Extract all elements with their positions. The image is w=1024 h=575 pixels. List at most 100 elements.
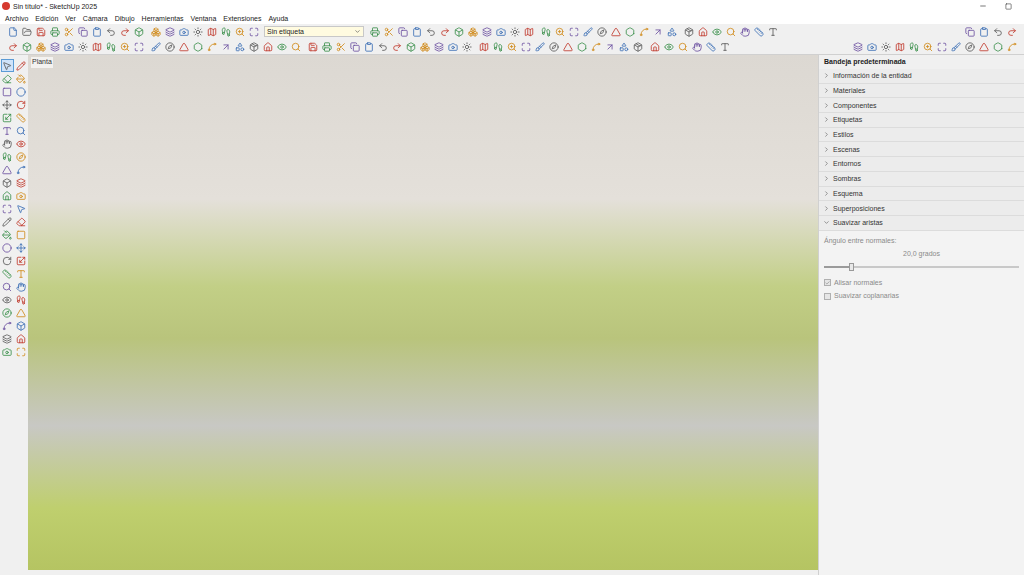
tool-button[interactable] <box>1 345 14 358</box>
tool-button[interactable] <box>1 98 14 111</box>
tool-button[interactable] <box>15 319 28 332</box>
tool-button[interactable] <box>20 25 33 38</box>
tool-button[interactable] <box>382 25 395 38</box>
tool-button[interactable] <box>191 25 204 38</box>
tool-button[interactable] <box>589 40 602 53</box>
tool-button[interactable] <box>90 25 103 38</box>
tool-button[interactable] <box>617 40 630 53</box>
tool-button[interactable] <box>15 59 28 72</box>
tool-button[interactable] <box>306 40 319 53</box>
tool-button[interactable] <box>132 40 145 53</box>
tool-button[interactable] <box>418 40 431 53</box>
tool-button[interactable] <box>1 111 14 124</box>
tool-button[interactable] <box>205 40 218 53</box>
tool-button[interactable] <box>1 150 14 163</box>
tool-button[interactable] <box>1 293 14 306</box>
tool-button[interactable] <box>376 40 389 53</box>
tool-button[interactable] <box>15 124 28 137</box>
menu-item[interactable]: Ventana <box>191 15 217 22</box>
tool-button[interactable] <box>1 228 14 241</box>
tool-button[interactable] <box>219 25 232 38</box>
tool-button[interactable] <box>581 25 594 38</box>
tool-button[interactable] <box>1 163 14 176</box>
tool-button[interactable] <box>977 40 990 53</box>
tool-button[interactable] <box>1 202 14 215</box>
tool-button[interactable] <box>477 40 490 53</box>
tool-button[interactable] <box>1 137 14 150</box>
tool-button[interactable] <box>1 124 14 137</box>
tool-button[interactable] <box>1 215 14 228</box>
tool-button[interactable] <box>390 40 403 53</box>
tool-button[interactable] <box>637 25 650 38</box>
slider-thumb[interactable] <box>849 263 854 271</box>
tool-button[interactable] <box>865 40 878 53</box>
tool-button[interactable] <box>15 254 28 267</box>
tool-button[interactable] <box>603 40 616 53</box>
viewport[interactable]: Planta <box>28 55 818 570</box>
tool-button[interactable] <box>710 25 723 38</box>
tray-panel-header[interactable]: Esquema <box>819 187 1024 202</box>
tool-button[interactable] <box>15 176 28 189</box>
tool-button[interactable] <box>682 25 695 38</box>
tool-button[interactable] <box>718 40 731 53</box>
tool-button[interactable] <box>15 202 28 215</box>
tray-panel-header[interactable]: Estilos <box>819 128 1024 143</box>
tool-button[interactable] <box>651 25 664 38</box>
tool-button[interactable] <box>404 40 417 53</box>
menu-item[interactable]: Cámara <box>83 15 108 22</box>
tool-button[interactable] <box>567 25 580 38</box>
tool-button[interactable] <box>452 25 465 38</box>
tool-button[interactable] <box>62 25 75 38</box>
tool-button[interactable] <box>851 40 864 53</box>
tool-button[interactable] <box>15 137 28 150</box>
tool-button[interactable] <box>104 25 117 38</box>
menu-item[interactable]: Archivo <box>5 15 28 22</box>
tool-button[interactable] <box>6 25 19 38</box>
menu-item[interactable]: Edición <box>35 15 58 22</box>
tool-button[interactable] <box>539 25 552 38</box>
tool-button[interactable] <box>15 163 28 176</box>
tool-button[interactable] <box>1 267 14 280</box>
tool-button[interactable] <box>1 280 14 293</box>
tool-button[interactable] <box>1 306 14 319</box>
tool-button[interactable] <box>609 25 622 38</box>
tool-button[interactable] <box>233 40 246 53</box>
tool-button[interactable] <box>893 40 906 53</box>
tool-button[interactable] <box>561 40 574 53</box>
tool-button[interactable] <box>62 40 75 53</box>
tool-button[interactable] <box>104 40 117 53</box>
tool-button[interactable] <box>205 25 218 38</box>
tool-button[interactable] <box>752 25 765 38</box>
menu-item[interactable]: Ver <box>65 15 76 22</box>
tool-button[interactable] <box>480 25 493 38</box>
tool-button[interactable] <box>766 25 779 38</box>
tool-button[interactable] <box>76 40 89 53</box>
tool-button[interactable] <box>519 40 532 53</box>
tool-button[interactable] <box>15 72 28 85</box>
tool-button[interactable] <box>1005 40 1018 53</box>
tool-button[interactable] <box>15 111 28 124</box>
tool-button[interactable] <box>34 25 47 38</box>
tray-panel-header[interactable]: Suavizar aristas <box>819 216 1024 231</box>
tool-button[interactable] <box>48 25 61 38</box>
tool-button[interactable] <box>15 280 28 293</box>
tool-button[interactable] <box>508 25 521 38</box>
tool-button[interactable] <box>491 40 504 53</box>
tool-button[interactable] <box>907 40 920 53</box>
tray-panel-header[interactable]: Materiales <box>819 84 1024 99</box>
menu-item[interactable]: Herramientas <box>142 15 184 22</box>
tool-button[interactable] <box>1 189 14 202</box>
tool-button[interactable] <box>163 40 176 53</box>
tool-button[interactable] <box>432 40 445 53</box>
tool-button[interactable] <box>963 25 976 38</box>
tool-button[interactable] <box>233 25 246 38</box>
tool-button[interactable] <box>991 25 1004 38</box>
tool-button[interactable] <box>724 25 737 38</box>
tool-button[interactable] <box>522 25 535 38</box>
tray-panel-header[interactable]: Sombras <box>819 172 1024 187</box>
tool-button[interactable] <box>275 40 288 53</box>
tool-button[interactable] <box>505 40 518 53</box>
tool-button[interactable] <box>15 98 28 111</box>
tool-button[interactable] <box>15 332 28 345</box>
tool-button[interactable] <box>1 176 14 189</box>
